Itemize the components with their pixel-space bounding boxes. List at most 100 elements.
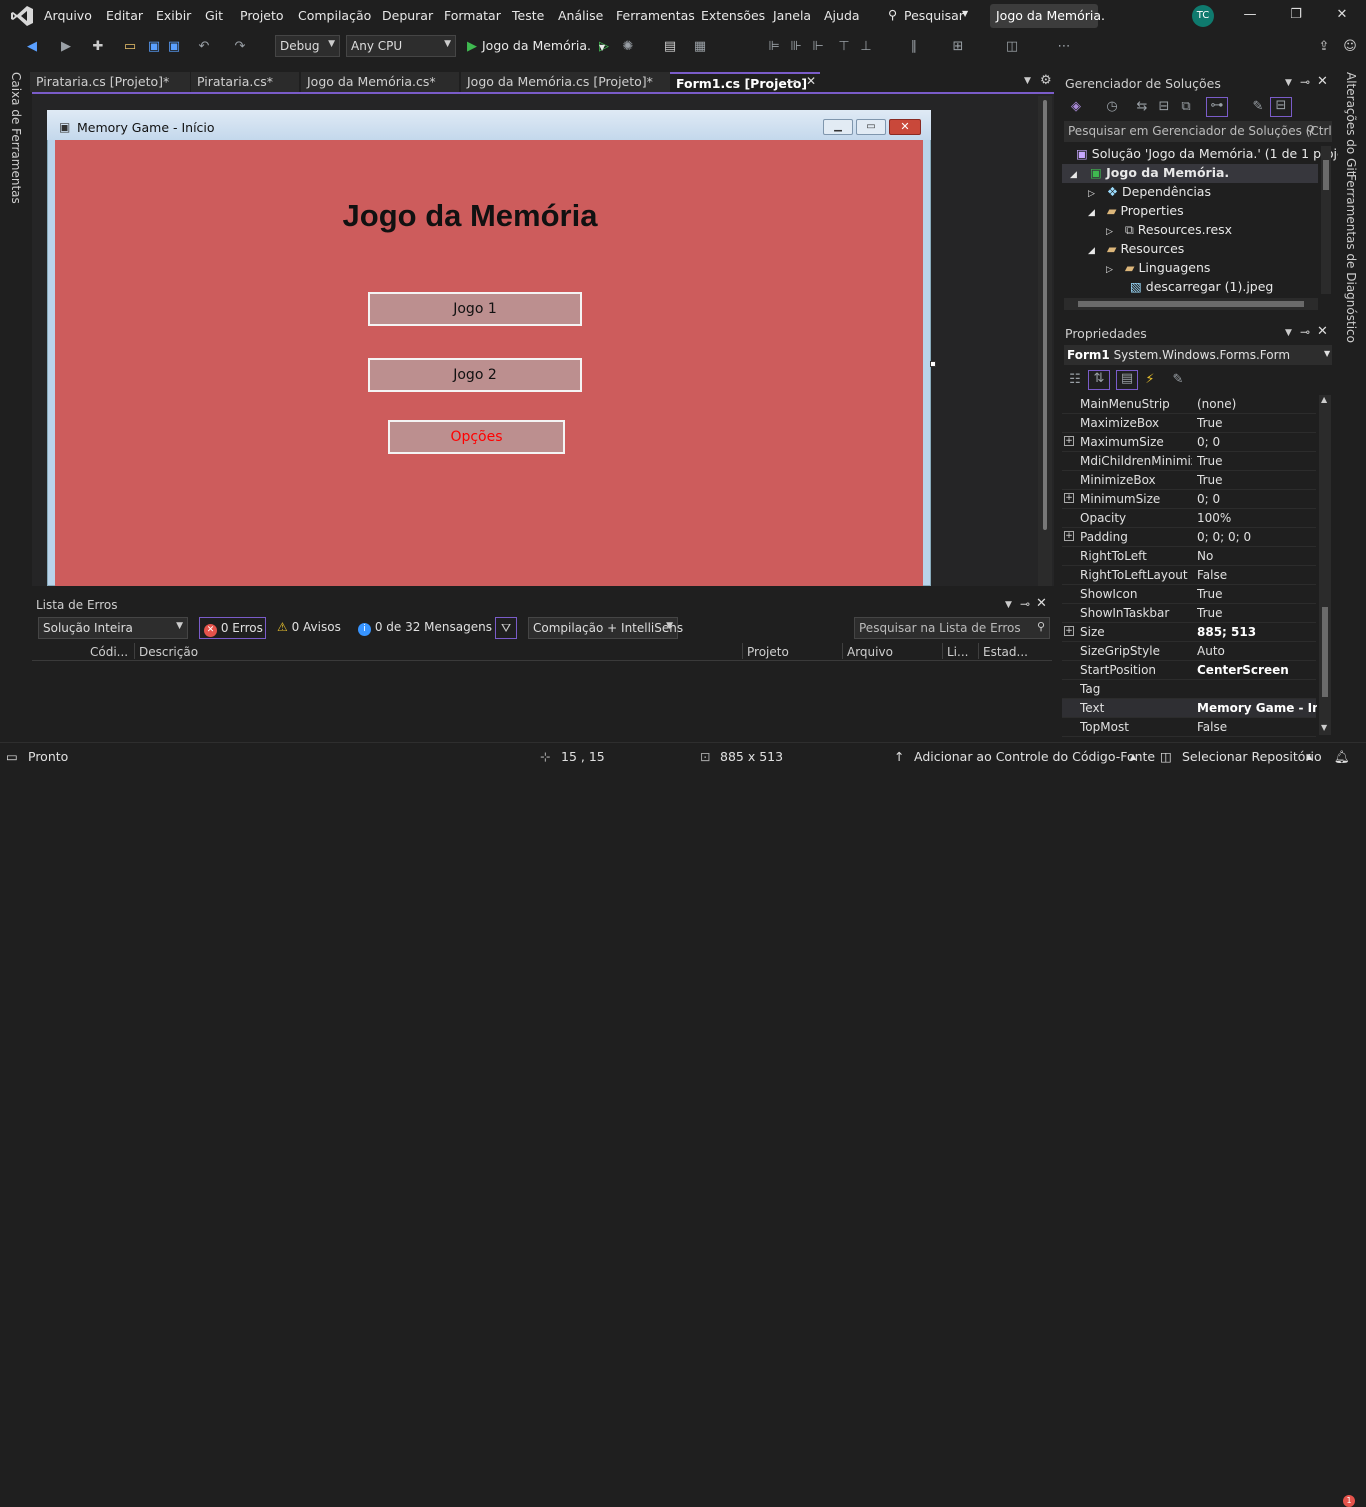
tree-node-solution[interactable]: ▣ Solução 'Jogo da Memória.' (1 de 1 pro… [1076,146,1357,161]
layout-icon[interactable]: ▦ [692,39,708,55]
scroll-up-arrow-icon[interactable]: ▲ [1321,395,1327,404]
property-row[interactable]: TopMost False [1062,718,1316,737]
column-header[interactable]: Li... [947,645,968,659]
close-tab-icon[interactable]: ✕ [806,74,816,88]
align-centers-icon[interactable]: ⊪ [788,39,804,55]
scrollbar-thumb[interactable] [1322,607,1328,697]
git-changes-tab[interactable]: Alterações do Git [1344,72,1358,175]
property-row[interactable]: + MinimumSize 0; 0 [1062,490,1316,509]
solution-horizontal-scrollbar[interactable] [1064,298,1318,310]
property-row[interactable]: MainMenuStrip (none) [1062,395,1316,414]
close-panel-icon[interactable]: ✕ [1317,324,1328,339]
align-middles-icon[interactable]: ⊥ [858,39,874,55]
scroll-down-arrow-icon[interactable]: ▼ [1321,723,1327,732]
errors-filter-toggle[interactable]: ✕ 0 Erros [199,617,266,639]
properties-wrench-icon[interactable]: ✎ [1250,99,1266,115]
solution-configurations-icon[interactable]: ▤ [662,39,678,55]
property-row[interactable]: + Padding 0; 0; 0; 0 [1062,528,1316,547]
expand-plus-icon[interactable]: + [1064,493,1074,503]
close-panel-icon[interactable]: ✕ [1036,596,1047,611]
pending-changes-icon[interactable]: ◷ [1104,99,1120,115]
tab-jogo-da-memoria[interactable]: Jogo da Memória.cs* [301,72,459,92]
build-filter-select[interactable]: Compilação + IntelliSens ▼ [528,617,683,639]
close-window-icon[interactable]: ✕ [1332,7,1352,25]
select-repository-button[interactable]: Selecionar Repositório [1182,749,1322,764]
show-all-files-icon[interactable]: ⧉ [1178,99,1194,115]
menu-editar[interactable]: Editar [106,8,143,23]
property-row[interactable]: Tag [1062,680,1316,699]
menu-formatar[interactable]: Formatar [444,8,501,23]
designer-view-icon[interactable]: ⊟ [1270,97,1292,117]
menu-compilacao[interactable]: Compilação [298,8,371,23]
properties-object-selector[interactable]: Form1 System.Windows.Forms.Form ▼ [1064,345,1332,365]
tree-node-properties[interactable]: ◢ ▰ Properties [1088,203,1184,218]
hot-reload-icon[interactable]: ✺ [620,39,636,55]
global-search[interactable]: ⚲ Pesquisar ▼ [884,6,976,26]
redo-icon[interactable]: ↷ [232,39,248,55]
property-row[interactable]: TextMemory Game - Início [1062,699,1317,718]
expand-plus-icon[interactable]: + [1064,626,1074,636]
error-list-search-input[interactable]: Pesquisar na Lista de Erros ⚲ [854,617,1050,639]
diagnostic-tools-tab[interactable]: Ferramentas de Diagnóstico [1344,174,1358,343]
expand-plus-icon[interactable]: + [1064,531,1074,541]
pin-panel-icon[interactable]: ⊸ [1300,75,1310,89]
jogo1-button[interactable]: Jogo 1 [368,292,582,326]
column-header[interactable]: Descrição [139,645,198,659]
tree-node-image-file[interactable]: ▧ descarregar (1).jpeg [1130,279,1273,294]
properties-view-icon[interactable]: ▤ [1116,370,1138,390]
property-row[interactable]: + MaximumSize 0; 0 [1062,433,1316,452]
minimize-window-icon[interactable]: — [1240,7,1260,25]
game-heading-label[interactable]: Jogo da Memória [55,198,885,234]
scrollbar-thumb[interactable] [1078,301,1304,307]
align-lefts-icon[interactable]: ⊫ [766,39,782,55]
column-header[interactable]: Projeto [747,645,789,659]
save-icon[interactable]: ▣ [146,39,162,55]
add-to-source-control-button[interactable]: Adicionar ao Controle do Código-Fonte [914,749,1155,764]
open-folder-icon[interactable]: ▭ [122,39,138,55]
categorized-icon[interactable]: ☷ [1067,372,1083,388]
tab-pirataria[interactable]: Pirataria.cs* [191,72,299,92]
property-row[interactable]: MdiChildrenMinimizeTrue [1062,452,1316,471]
toolbox-tab[interactable]: Caixa de Ferramentas [9,72,23,204]
property-row[interactable]: SizeGripStyle Auto [1062,642,1316,661]
navigate-forward-icon[interactable]: ▶ [58,39,74,55]
menu-janela[interactable]: Janela [773,8,811,23]
solution-explorer-search-input[interactable]: Pesquisar em Gerenciador de Soluções (Ct… [1064,121,1332,142]
solution-platform-select[interactable]: Any CPU ▼ [346,35,456,57]
properties-vertical-scrollbar[interactable]: ▲ ▼ [1319,395,1331,735]
tab-form1-projeto[interactable]: Form1.cs [Projeto] [670,72,820,92]
tab-jogo-da-memoria-projeto[interactable]: Jogo da Memória.cs [Projeto]* [461,72,671,92]
collapse-all-icon[interactable]: ⊟ [1156,99,1172,115]
designer-vertical-scrollbar[interactable] [1038,96,1052,586]
menu-arquivo[interactable]: Arquivo [44,8,92,23]
property-row[interactable]: StartPosition CenterScreen [1062,661,1316,680]
feedback-icon[interactable]: ☺ [1342,39,1358,55]
visual-studio-logo-icon[interactable] [10,5,34,27]
property-row[interactable]: MinimizeBox True [1062,471,1316,490]
menu-extensoes[interactable]: Extensões [701,8,765,23]
panel-menu-icon[interactable]: ▼ [1005,600,1012,610]
live-share-icon[interactable]: ⇪ [1316,39,1332,55]
solution-vertical-scrollbar[interactable] [1321,146,1331,294]
menu-analise[interactable]: Análise [558,8,603,23]
pin-panel-icon[interactable]: ⊸ [1300,325,1310,339]
property-row[interactable]: ShowIcon True [1062,585,1316,604]
property-row[interactable]: + Size 885; 513 [1062,623,1316,642]
warnings-filter-toggle[interactable]: ⚠ 0 Avisos [277,620,341,634]
tree-node-resources-resx[interactable]: ▷ ⧉ Resources.resx [1106,222,1232,238]
settings-gear-icon[interactable]: ⚙ [1040,73,1052,88]
tab-order-icon[interactable]: ⋯ [1056,39,1072,55]
menu-git[interactable]: Git [205,8,223,23]
undo-icon[interactable]: ↶ [196,39,212,55]
menu-ferramentas[interactable]: Ferramentas [616,8,695,23]
spacing-icon[interactable]: ∥ [906,39,922,55]
events-icon[interactable]: ⚡ [1142,372,1158,388]
column-header[interactable]: Códi... [90,645,128,659]
expand-plus-icon[interactable]: + [1064,436,1074,446]
align-tops-icon[interactable]: ⊤ [836,39,852,55]
opcoes-button[interactable]: Opções [388,420,565,454]
panel-menu-icon[interactable]: ▼ [1285,328,1292,338]
tab-list-dropdown-icon[interactable]: ▼ [1024,76,1031,86]
run-target-button[interactable]: Jogo da Memória. ▼ [482,38,605,53]
property-pages-icon[interactable]: ✎ [1170,372,1186,388]
